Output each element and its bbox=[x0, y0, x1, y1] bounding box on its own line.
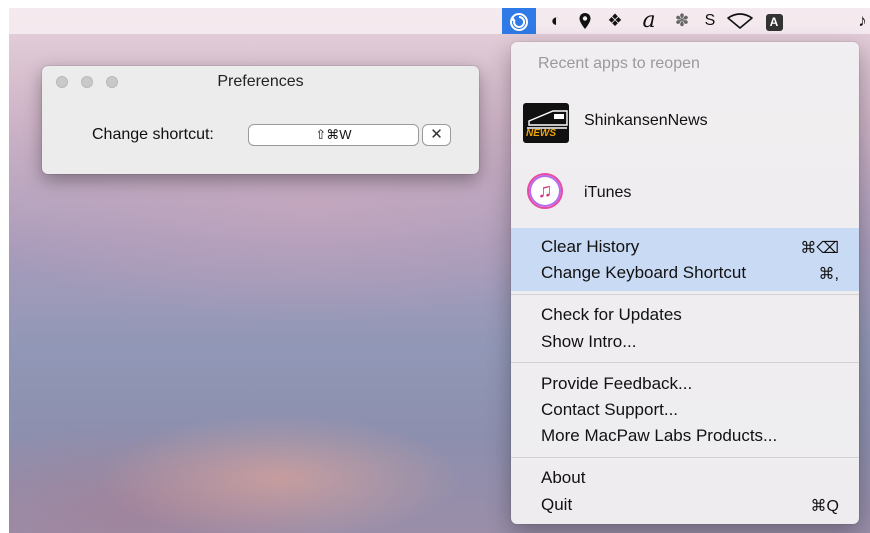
shortcut-quit: ⌘Q bbox=[810, 498, 839, 515]
app-name: iTunes bbox=[584, 184, 632, 201]
moon-icon[interactable]: ◐ bbox=[543, 8, 569, 34]
desktop-background: ◐ ❖ a ✽ S A ♪ Preferences Change shortcu… bbox=[9, 8, 870, 533]
shortcut-change-keyboard-shortcut: ⌘, bbox=[818, 266, 839, 283]
menu-item-more-products[interactable]: More MacPaw Labs Products... bbox=[541, 426, 777, 446]
wifi-shape bbox=[727, 13, 753, 29]
recent-app-item[interactable]: NEWS ShinkansenNews bbox=[511, 92, 859, 152]
s-icon[interactable]: S bbox=[699, 8, 721, 34]
dropbox-icon[interactable]: ❖ bbox=[601, 8, 629, 34]
window-title: Preferences bbox=[217, 73, 304, 90]
menu-bar: ◐ ❖ a ✽ S A ♪ bbox=[9, 8, 870, 34]
menu-separator bbox=[511, 294, 859, 295]
menu-item-clear-history[interactable]: Clear History bbox=[541, 237, 639, 257]
bluetooth-icon[interactable]: ✽ bbox=[669, 8, 695, 34]
location-pin-icon[interactable] bbox=[572, 8, 598, 34]
music-icon[interactable]: ♪ bbox=[855, 8, 870, 34]
recent-app-item[interactable]: ♫ iTunes bbox=[511, 162, 859, 222]
shortcut-recorder-field[interactable]: ⇧⌘W bbox=[248, 124, 419, 146]
input-source-label: A bbox=[765, 14, 783, 31]
change-shortcut-label: Change shortcut: bbox=[92, 126, 214, 143]
menu-item-change-keyboard-shortcut[interactable]: Change Keyboard Shortcut bbox=[541, 263, 746, 283]
music-note-icon: ♫ bbox=[527, 173, 563, 209]
wifi-icon[interactable] bbox=[723, 8, 757, 34]
preferences-window: Preferences Change shortcut: ⇧⌘W ✕ bbox=[42, 66, 479, 174]
pin-shape bbox=[579, 13, 591, 29]
input-source-icon[interactable]: A bbox=[761, 8, 787, 34]
menu-item-check-for-updates[interactable]: Check for Updates bbox=[541, 305, 682, 325]
menu-item-contact-support[interactable]: Contact Support... bbox=[541, 400, 678, 420]
menu-header: Recent apps to reopen bbox=[538, 55, 700, 72]
reopen-arrow-icon bbox=[510, 13, 528, 31]
menu-item-about[interactable]: About bbox=[541, 468, 585, 488]
menu-item-quit[interactable]: Quit bbox=[541, 495, 572, 515]
menu-item-show-intro[interactable]: Show Intro... bbox=[541, 332, 636, 352]
menu-separator bbox=[511, 362, 859, 363]
script-a-icon[interactable]: a bbox=[633, 8, 665, 34]
menu-separator bbox=[511, 457, 859, 458]
app-name: ShinkansenNews bbox=[584, 112, 708, 129]
news-label: NEWS bbox=[526, 128, 556, 139]
clear-shortcut-button[interactable]: ✕ bbox=[422, 124, 451, 146]
dropdown-menu: Recent apps to reopen NEWS ShinkansenNew… bbox=[511, 42, 859, 524]
app-active-icon[interactable] bbox=[502, 8, 536, 34]
menu-item-provide-feedback[interactable]: Provide Feedback... bbox=[541, 374, 692, 394]
shortcut-clear-history: ⌘⌫ bbox=[800, 240, 839, 257]
news-icon: NEWS bbox=[523, 103, 569, 143]
